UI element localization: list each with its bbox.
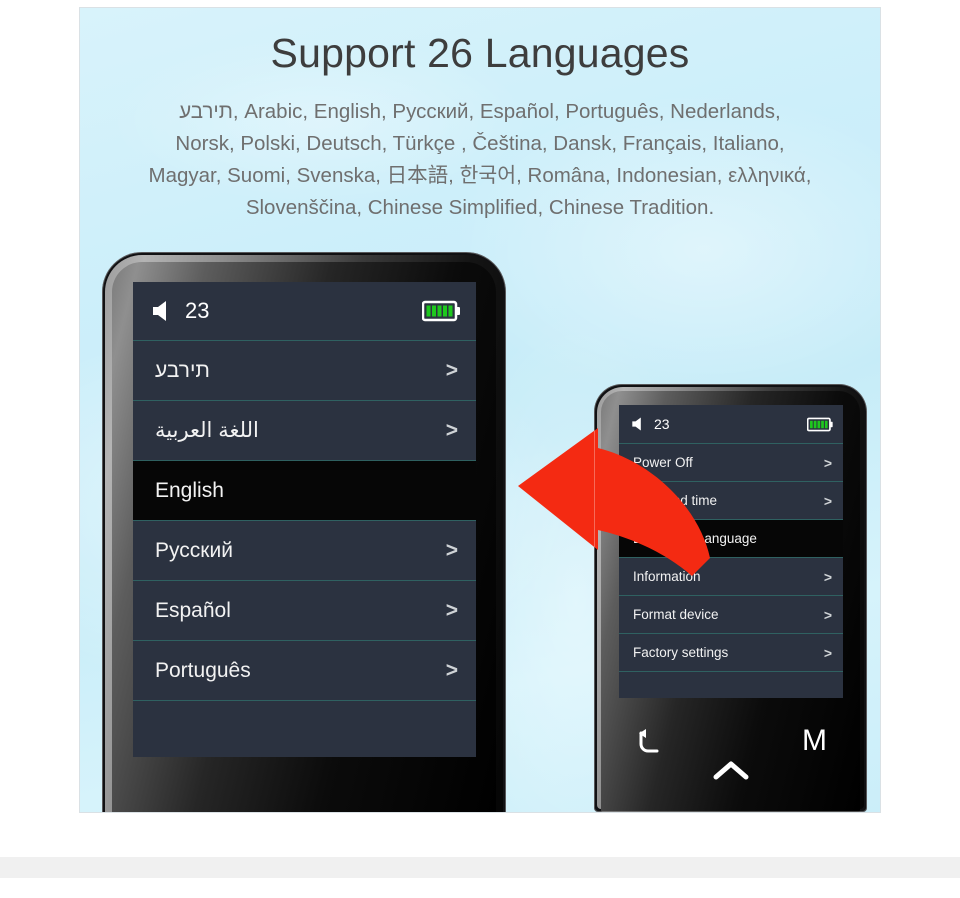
chevron-right-icon: > [823,568,832,585]
page-footer-band [0,857,960,878]
chevron-right-icon: > [446,479,458,503]
menu-row[interactable]: תירבע > [133,340,476,400]
menu-row-label: Information [633,569,701,584]
menu-row[interactable]: Factory settings > [619,633,843,671]
menu-row-label: اللغة العربية [155,419,259,442]
status-bar-right: 23 [619,405,843,443]
menu-empty-area [133,700,476,757]
menu-row[interactable]: Format device > [619,595,843,633]
menu-row-label: Language/Language [633,531,757,546]
back-arrow-icon[interactable] [633,728,667,758]
menu-row-label: Русский [155,538,233,562]
menu-m-button[interactable]: M [802,726,827,756]
product-promo-panel: Support 26 Languages תירבע, Arabic, Engl… [80,8,880,812]
menu-row[interactable]: Information > [619,557,843,595]
menu-row-label: Português [155,658,251,682]
chevron-right-icon: > [445,418,458,442]
chevron-right-icon: > [445,538,458,562]
menu-row-label: Date and time [633,493,718,508]
menu-row-label: Format device [633,607,719,622]
status-bar-left: 23 [133,282,476,340]
menu-row[interactable]: Português > [133,640,476,700]
volume-level-left: 23 [185,298,210,323]
battery-full-icon [807,417,833,431]
menu-row[interactable]: Русский > [133,520,476,580]
chevron-right-icon: > [445,658,458,682]
device-screen-left: 23 תירבע > اللغة العربية > English Русск… [133,282,476,757]
volume-level-right: 23 [654,416,670,432]
menu-row-selected[interactable]: Language/Language > [619,519,843,557]
menu-row-label: English [155,478,224,502]
speaker-icon [153,301,166,321]
menu-row[interactable]: Español > [133,580,476,640]
hardware-keypad: M [619,698,843,808]
menu-row-label: Factory settings [633,645,729,660]
chevron-right-icon: > [445,358,458,382]
menu-row-label: Español [155,598,231,622]
menu-row[interactable]: اللغة العربية > [133,400,476,460]
chevron-right-icon: > [823,492,832,509]
menu-row-label: Power Off [633,455,693,470]
menu-row[interactable]: Power Off > [619,443,843,481]
mp3-player-device-left: 23 תירבע > اللغة العربية > English Русск… [102,252,506,812]
mp3-player-device-right: 23 Power Off > Date and time > Language/… [594,384,867,812]
menu-row-selected[interactable]: English > [133,460,476,520]
device-screen-right: 23 Power Off > Date and time > Language/… [619,405,843,698]
menu-empty-area [619,671,843,698]
page-title: Support 26 Languages [270,30,690,76]
chevron-right-icon: > [823,454,832,471]
chevron-right-icon: > [823,644,832,661]
chevron-up-icon[interactable] [713,760,749,780]
menu-row-label: תירבע [155,358,210,382]
chevron-right-icon: > [823,606,832,623]
chevron-right-icon: > [445,598,458,622]
speaker-icon [632,417,641,431]
menu-row[interactable]: Date and time > [619,481,843,519]
chevron-right-icon: > [824,531,832,547]
supported-languages-text: תירבע, Arabic, English, Русский, Español… [148,100,812,219]
battery-full-icon [422,300,460,322]
